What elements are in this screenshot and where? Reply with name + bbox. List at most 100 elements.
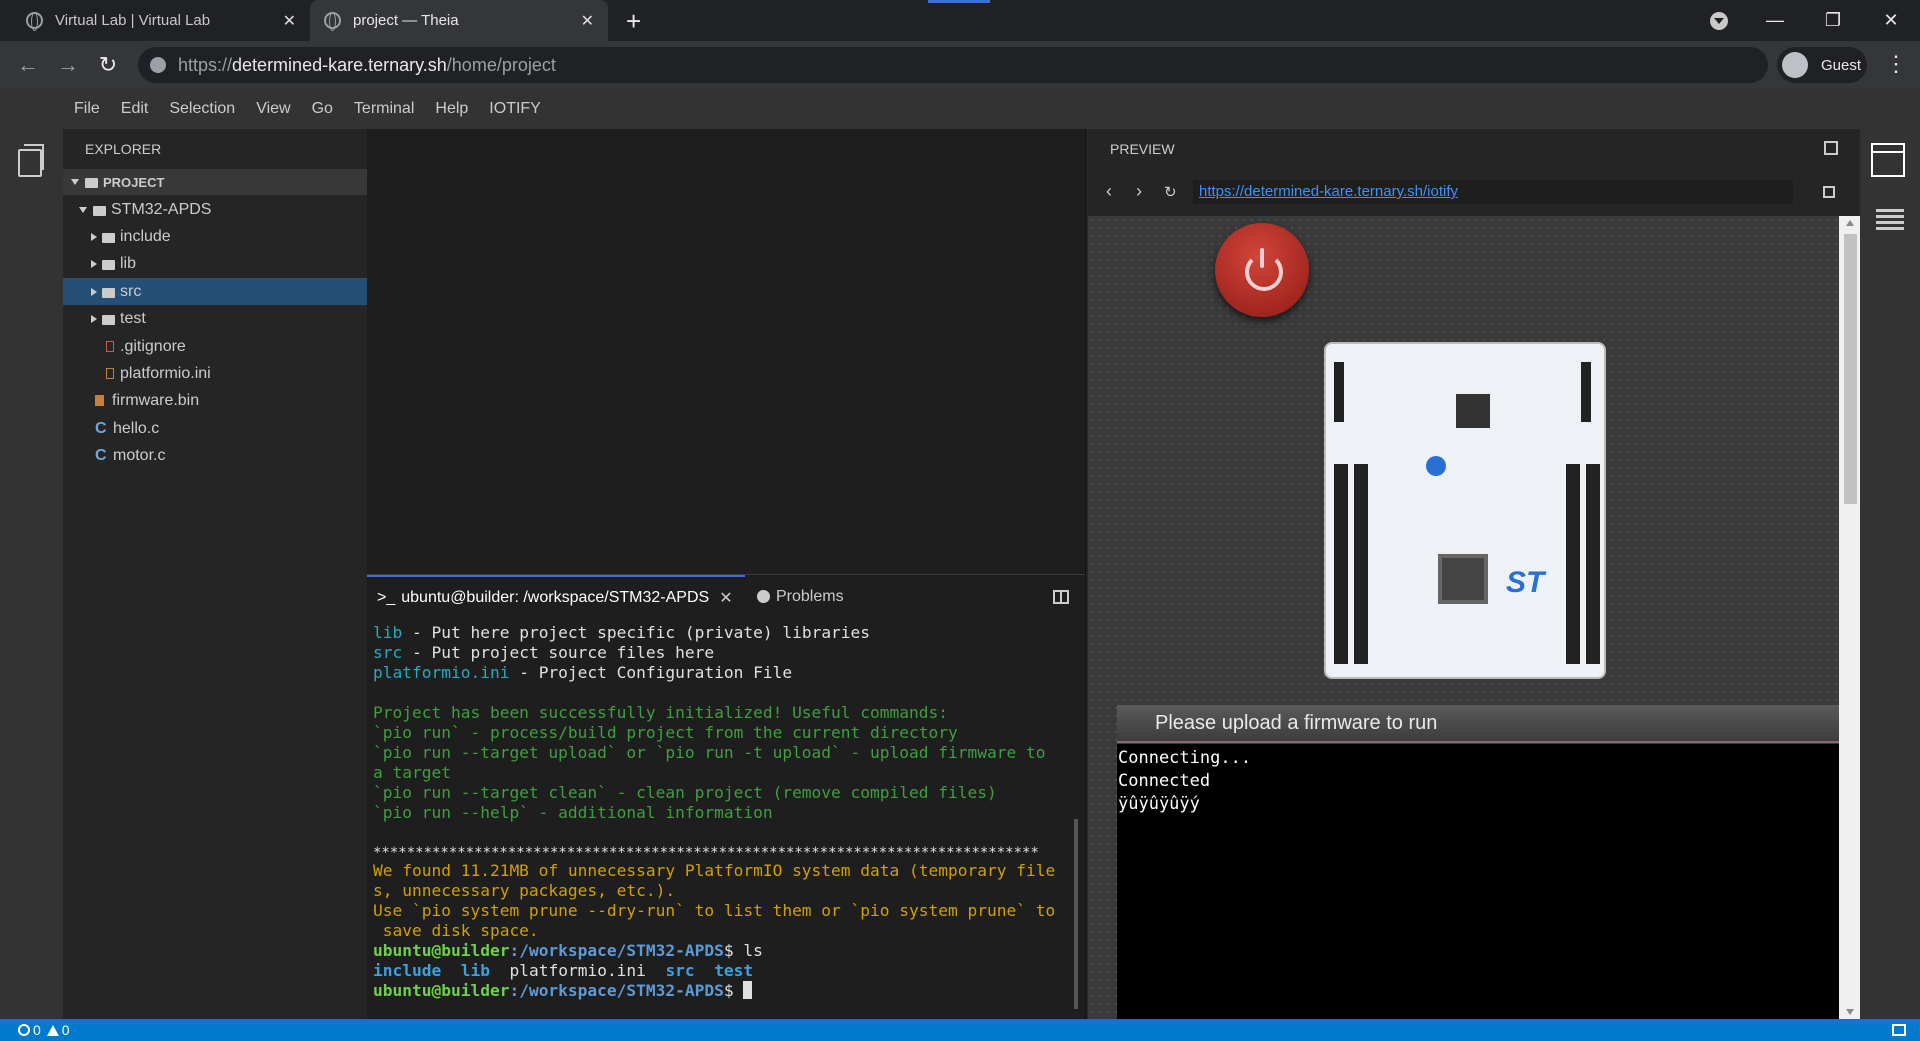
terminal-line: ubuntu@builder:/workspace/STM32-APDS$ (373, 981, 1073, 1001)
menu-edit[interactable]: Edit (121, 100, 149, 118)
menu-file[interactable]: File (74, 100, 100, 118)
maximize-button[interactable]: ❐ (1804, 10, 1862, 31)
address-bar[interactable]: https://determined-kare.ternary.sh/home/… (138, 47, 1768, 83)
menu-bar: File Edit Selection View Go Terminal Hel… (0, 89, 1920, 129)
new-tab-button[interactable]: + (626, 6, 641, 37)
board-mcu (1438, 554, 1488, 604)
warning-count[interactable]: 0 (62, 1022, 70, 1038)
info-icon (757, 590, 770, 603)
outline-view-icon[interactable] (1876, 209, 1904, 231)
warning-icon (46, 1024, 59, 1036)
terminal-line: platformio.ini - Project Configuration F… (373, 663, 793, 682)
tree-item-label: src (120, 282, 142, 300)
browser-menu-icon[interactable]: ⋮ (1885, 51, 1907, 77)
menu-go[interactable]: Go (312, 100, 333, 118)
problems-tab-label: Problems (776, 587, 844, 605)
terminal-tab-label: ubuntu@builder: /workspace/STM32-APDS (401, 588, 710, 606)
split-terminal-icon[interactable] (1053, 590, 1069, 604)
tree-item-label: platformio.ini (120, 364, 211, 382)
preview-back-icon[interactable]: ‹ (1106, 181, 1112, 202)
tree-item-motor-c[interactable]: C motor.c (63, 442, 367, 469)
tab-problems[interactable]: Problems (757, 575, 844, 618)
menu-iotify[interactable]: IOTIFY (489, 100, 541, 118)
tree-item-label: include (120, 227, 171, 245)
terminal-line: `pio run` - process/build project from t… (373, 723, 958, 742)
site-info-icon[interactable] (150, 57, 166, 73)
tree-item-firmware-bin[interactable]: firmware.bin (63, 387, 367, 414)
menu-selection[interactable]: Selection (169, 100, 235, 118)
profile-button[interactable]: Guest (1777, 47, 1867, 83)
close-tab-icon[interactable]: ✕ (581, 11, 594, 31)
tree-item-platformio-ini[interactable]: platformio.ini (63, 360, 367, 387)
tree-item-label: test (120, 309, 146, 327)
menu-help[interactable]: Help (435, 100, 468, 118)
terminal-line: save disk space. (373, 921, 539, 940)
preview-view-icon[interactable] (1871, 143, 1905, 177)
tree-item-stm32-apds[interactable]: STM32-APDS (63, 196, 367, 223)
tab-search-icon[interactable] (1710, 12, 1728, 30)
terminal-scrollbar[interactable] (1074, 819, 1078, 1009)
terminal-line: We found 11.21MB of unnecessary Platform… (373, 861, 1056, 880)
scroll-down-icon[interactable] (1846, 1009, 1854, 1015)
globe-icon (26, 12, 43, 31)
panel-tabs: >_ ubuntu@builder: /workspace/STM32-APDS… (367, 575, 1085, 618)
menu-terminal[interactable]: Terminal (354, 100, 414, 118)
tree-item-include[interactable]: include (63, 223, 367, 250)
preview-url[interactable]: https://determined-kare.ternary.sh/iotif… (1193, 180, 1793, 204)
st-logo-icon: ST (1506, 566, 1545, 599)
tree-item-label: hello.c (113, 419, 160, 437)
editor-area[interactable] (367, 129, 1085, 574)
minimize-button[interactable]: — (1746, 10, 1804, 31)
power-button[interactable] (1215, 223, 1309, 317)
preview-content: ST Please upload a firmware to run Conne… (1088, 216, 1839, 1019)
close-tab-icon[interactable]: ✕ (283, 11, 296, 31)
preview-reload-icon[interactable]: ↻ (1164, 183, 1177, 201)
popout-icon[interactable] (1824, 141, 1838, 155)
stm32-nucleo-board-image: ST (1324, 342, 1606, 679)
error-count[interactable]: 0 (33, 1022, 41, 1038)
preview-scrollbar[interactable] (1839, 216, 1861, 1019)
browser-tab-virtual-lab[interactable]: Virtual Lab | Virtual Lab ✕ (12, 0, 310, 41)
serial-console[interactable]: Connecting... Connected ÿûÿûÿûÿý (1117, 744, 1839, 1019)
back-button[interactable]: ← (12, 49, 44, 81)
chevron-right-icon (91, 232, 97, 241)
window-close-button[interactable]: ✕ (1862, 10, 1920, 31)
folder-icon (102, 259, 115, 270)
tab-terminal[interactable]: >_ ubuntu@builder: /workspace/STM32-APDS… (367, 575, 745, 618)
project-section-header[interactable]: PROJECT (63, 169, 367, 195)
tree-item-lib[interactable]: lib (63, 250, 367, 277)
scroll-up-icon[interactable] (1846, 220, 1854, 226)
board-user-button (1426, 456, 1446, 476)
close-icon[interactable]: ✕ (719, 588, 732, 608)
explorer-panel: EXPLORER PROJECT STM32-APDS include lib … (63, 129, 367, 1019)
preview-panel: PREVIEW ‹ › ↻ https://determined-kare.te… (1085, 129, 1861, 1019)
tree-item-src[interactable]: src (63, 278, 367, 305)
terminal-line: ubuntu@builder:/workspace/STM32-APDS$ ls (373, 941, 763, 960)
terminal-line: include lib platformio.ini src test (373, 961, 754, 980)
chevron-down-icon (79, 206, 87, 213)
tab-strip-indicator (928, 0, 990, 3)
tab-title: project — Theia (353, 12, 459, 29)
chevron-right-icon (91, 259, 97, 268)
open-external-icon[interactable] (1823, 186, 1835, 198)
reload-button[interactable]: ↻ (92, 49, 124, 81)
browser-tab-theia[interactable]: project — Theia ✕ (310, 0, 608, 41)
tree-item-test[interactable]: test (63, 305, 367, 332)
forward-button[interactable]: → (52, 49, 84, 81)
tree-item-label: STM32-APDS (111, 200, 212, 218)
menu-view[interactable]: View (256, 100, 290, 118)
terminal-output[interactable]: lib - Put here project specific (private… (373, 623, 1073, 1001)
explorer-files-icon[interactable] (18, 144, 44, 177)
c-file-icon: C (95, 419, 107, 437)
tree-item-gitignore[interactable]: .gitignore (63, 333, 367, 360)
tree-item-hello-c[interactable]: C hello.c (63, 415, 367, 442)
preview-forward-icon[interactable]: › (1136, 181, 1142, 202)
c-file-icon: C (95, 446, 107, 464)
address-url[interactable]: https://determined-kare.ternary.sh/home/… (178, 55, 556, 76)
right-activity-bar (1860, 129, 1920, 1019)
terminal-line: s, unnecessary packages, etc.). (373, 881, 676, 900)
board-header (1586, 464, 1600, 664)
window-controls: — ❐ ✕ (1746, 0, 1920, 41)
scrollbar-thumb[interactable] (1844, 234, 1857, 504)
notifications-icon[interactable] (1892, 1024, 1906, 1036)
